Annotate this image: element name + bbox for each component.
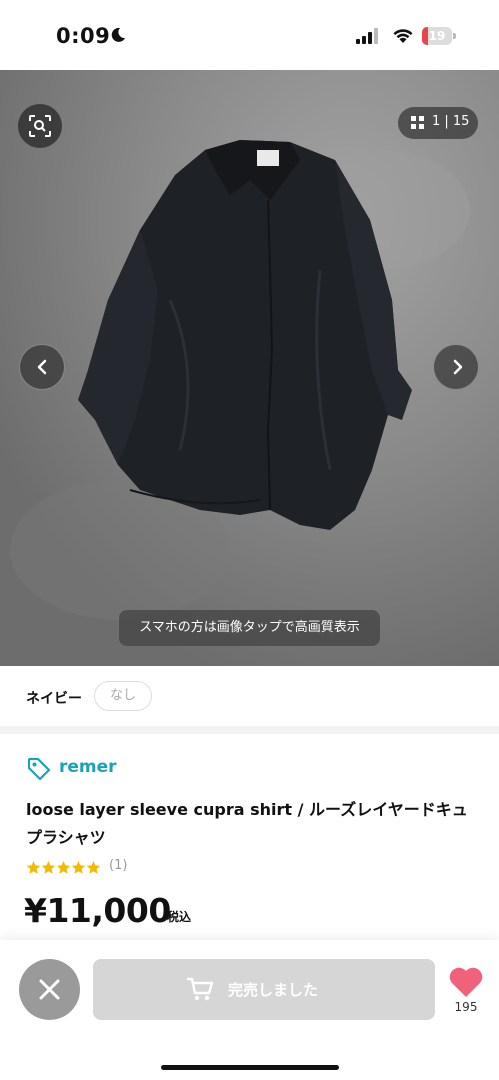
tag-icon xyxy=(27,757,51,781)
star-icon xyxy=(41,860,56,874)
image-counter-button[interactable]: 1 | 15 xyxy=(398,107,478,139)
variant-row: ネイビー なし xyxy=(0,666,499,726)
status-time: 0:09 xyxy=(56,24,111,48)
next-image-button[interactable] xyxy=(433,344,479,390)
image-search-icon xyxy=(29,115,51,137)
bottom-action-bar: 完売しました 195 xyxy=(0,940,499,1080)
variant-color-label: ネイビー xyxy=(26,691,82,707)
previous-image-button[interactable] xyxy=(19,344,65,390)
sold-out-button[interactable]: 完売しました xyxy=(93,959,435,1020)
sold-out-label: 完売しました xyxy=(228,981,319,999)
high-quality-hint: スマホの方は画像タップで高画質表示 xyxy=(119,610,380,646)
battery-indicator: 19 xyxy=(422,27,456,45)
like-button[interactable]: 195 xyxy=(446,966,486,1016)
section-divider xyxy=(0,726,499,734)
variant-option-chip[interactable]: なし xyxy=(94,681,152,711)
image-search-button[interactable] xyxy=(18,104,62,148)
star-icon xyxy=(86,860,101,874)
star-icon xyxy=(71,860,86,874)
brand-name[interactable]: remer xyxy=(59,757,117,777)
home-indicator xyxy=(161,1065,339,1070)
heart-icon xyxy=(449,967,483,997)
battery-level: 19 xyxy=(428,29,446,43)
product-price: ¥11,000 xyxy=(24,891,171,930)
star-icon xyxy=(56,860,71,874)
cart-icon xyxy=(187,977,214,1001)
rating-count: (1) xyxy=(109,858,128,873)
close-icon xyxy=(39,979,60,1000)
chevron-left-icon xyxy=(37,359,47,375)
product-image-gallery[interactable]: 1 | 15 スマホの方は画像タップで高画質表示 xyxy=(0,70,499,666)
star-icon xyxy=(26,860,41,874)
grid-icon xyxy=(411,116,424,129)
close-button[interactable] xyxy=(19,959,80,1020)
status-bar: 0:09 19 xyxy=(0,0,499,70)
chevron-right-icon xyxy=(453,359,463,375)
moon-icon xyxy=(111,27,125,42)
product-title: loose layer sleeve cupra shirt / ルーズレイヤー… xyxy=(26,800,468,847)
image-counter: 1 | 15 xyxy=(432,114,470,129)
tax-label: 税込 xyxy=(167,910,192,924)
cellular-signal-icon xyxy=(356,28,378,44)
like-count: 195 xyxy=(454,1000,478,1014)
wifi-icon xyxy=(393,29,413,43)
product-photo[interactable] xyxy=(0,70,499,666)
